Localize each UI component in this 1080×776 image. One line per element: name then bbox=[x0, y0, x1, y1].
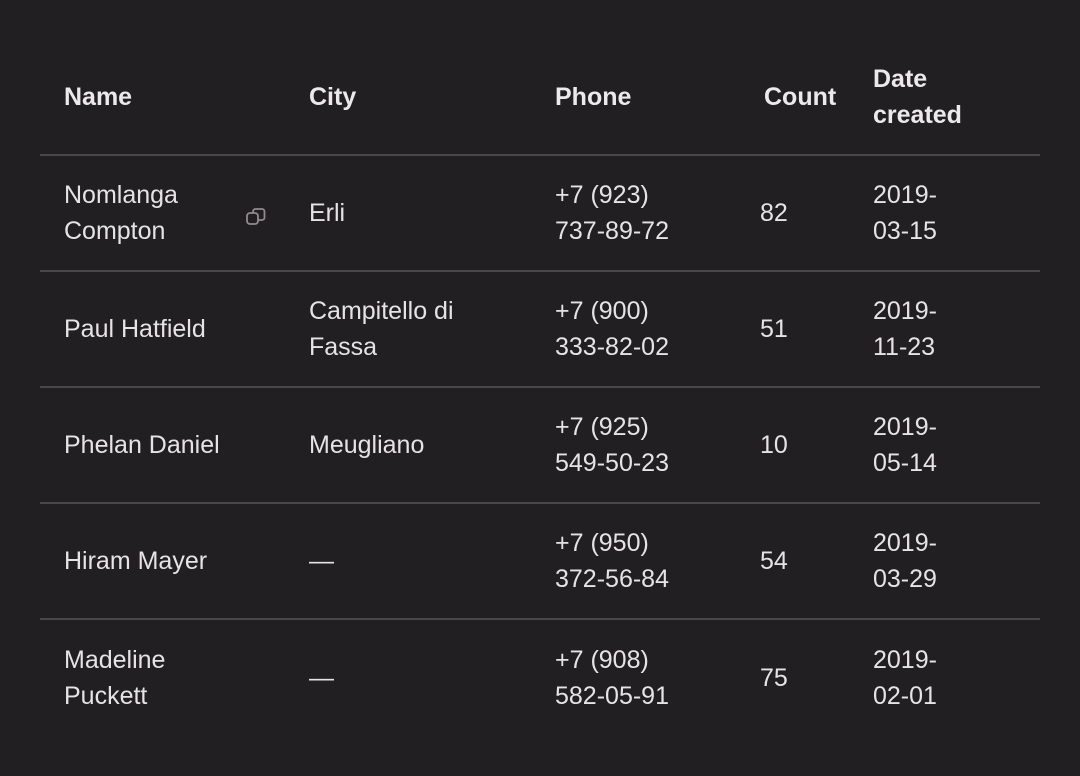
cell-name: Hiram Mayer bbox=[40, 543, 285, 579]
date-line1: 2019- bbox=[873, 646, 937, 674]
data-table: Name City Phone Count Date created Nomla… bbox=[40, 40, 1040, 736]
column-header-date-line1: Date bbox=[873, 65, 928, 93]
copy-icon[interactable] bbox=[245, 202, 267, 225]
cell-count: 10 bbox=[760, 431, 788, 459]
cell-phone: +7 (950) 372-56-84 bbox=[531, 525, 738, 597]
phone-line2: 333-82-02 bbox=[555, 333, 669, 361]
cell-name: Madeline Puckett bbox=[40, 642, 285, 714]
city-line1: — bbox=[309, 664, 334, 692]
phone-line2: 582-05-91 bbox=[555, 682, 669, 710]
table-row[interactable]: Paul Hatfield Campitello di Fassa +7 (90… bbox=[40, 272, 1040, 388]
cell-phone: +7 (900) 333-82-02 bbox=[531, 293, 738, 365]
phone-line1: +7 (923) bbox=[555, 181, 649, 209]
column-header-phone[interactable]: Phone bbox=[531, 79, 738, 115]
name-line1: Paul Hatfield bbox=[64, 315, 206, 343]
city-line2: Fassa bbox=[309, 333, 378, 361]
city-line1: Erli bbox=[309, 199, 346, 227]
phone-line1: +7 (900) bbox=[555, 297, 649, 325]
cell-name: Phelan Daniel bbox=[40, 427, 285, 463]
phone-line1: +7 (925) bbox=[555, 413, 649, 441]
cell-date-created: 2019- 03-29 bbox=[849, 525, 1040, 597]
cell-name: Nomlanga Compton bbox=[40, 177, 285, 249]
name-line1: Phelan Daniel bbox=[64, 431, 220, 459]
cell-city: — bbox=[285, 543, 531, 579]
cell-phone: +7 (908) 582-05-91 bbox=[531, 642, 738, 714]
cell-name: Paul Hatfield bbox=[40, 311, 285, 347]
date-line2: 03-29 bbox=[873, 565, 937, 593]
date-line2: 03-15 bbox=[873, 217, 937, 245]
cell-city: Meugliano bbox=[285, 427, 531, 463]
date-line2: 05-14 bbox=[873, 449, 937, 477]
cell-city: Campitello di Fassa bbox=[285, 293, 531, 365]
phone-line2: 549-50-23 bbox=[555, 449, 669, 477]
name-line1: Hiram Mayer bbox=[64, 547, 208, 575]
table-row[interactable]: Nomlanga Compton Erli +7 (923) 737-89-72… bbox=[40, 156, 1040, 272]
cell-city: Erli bbox=[285, 195, 531, 231]
cell-date-created: 2019- 05-14 bbox=[849, 409, 1040, 481]
phone-line1: +7 (950) bbox=[555, 529, 649, 557]
column-header-date-line2: created bbox=[873, 101, 962, 129]
column-header-date-created[interactable]: Date created bbox=[849, 61, 1040, 133]
date-line1: 2019- bbox=[873, 529, 937, 557]
name-line2: Puckett bbox=[64, 682, 148, 710]
table-row[interactable]: Hiram Mayer — +7 (950) 372-56-84 54 2019… bbox=[40, 504, 1040, 620]
cell-date-created: 2019- 11-23 bbox=[849, 293, 1040, 365]
table-header-row: Name City Phone Count Date created bbox=[40, 40, 1040, 156]
column-header-name[interactable]: Name bbox=[40, 79, 285, 115]
cell-phone: +7 (923) 737-89-72 bbox=[531, 177, 738, 249]
table-row[interactable]: Madeline Puckett — +7 (908) 582-05-91 75… bbox=[40, 620, 1040, 736]
phone-line1: +7 (908) bbox=[555, 646, 649, 674]
cell-count: 51 bbox=[760, 315, 788, 343]
date-line1: 2019- bbox=[873, 413, 937, 441]
date-line1: 2019- bbox=[873, 297, 937, 325]
column-header-city[interactable]: City bbox=[285, 79, 531, 115]
name-line1: Madeline bbox=[64, 646, 166, 674]
city-line1: — bbox=[309, 547, 334, 575]
phone-line2: 372-56-84 bbox=[555, 565, 669, 593]
phone-line2: 737-89-72 bbox=[555, 217, 669, 245]
column-header-count[interactable]: Count bbox=[738, 79, 849, 115]
date-line1: 2019- bbox=[873, 181, 937, 209]
date-line2: 02-01 bbox=[873, 682, 937, 710]
cell-phone: +7 (925) 549-50-23 bbox=[531, 409, 738, 481]
city-line1: Meugliano bbox=[309, 431, 425, 459]
city-line1: Campitello di bbox=[309, 297, 454, 325]
cell-count: 54 bbox=[760, 547, 788, 575]
cell-city: — bbox=[285, 660, 531, 696]
cell-count: 82 bbox=[760, 199, 788, 227]
cell-date-created: 2019- 02-01 bbox=[849, 642, 1040, 714]
cell-date-created: 2019- 03-15 bbox=[849, 177, 1040, 249]
table-row[interactable]: Phelan Daniel Meugliano +7 (925) 549-50-… bbox=[40, 388, 1040, 504]
date-line2: 11-23 bbox=[873, 333, 936, 361]
cell-count: 75 bbox=[760, 664, 788, 692]
